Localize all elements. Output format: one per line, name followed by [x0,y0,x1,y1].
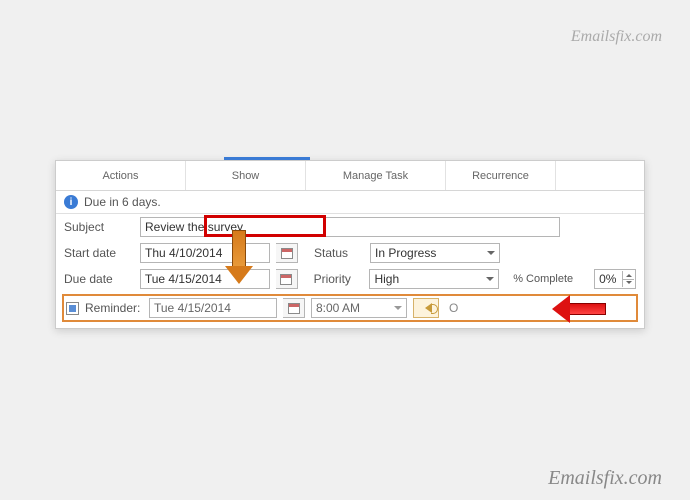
row-reminder: Reminder: Tue 4/15/2014 8:00 AM O [62,294,638,322]
ribbon-group-recurrence[interactable]: Recurrence [446,161,556,190]
ribbon-group-show[interactable]: Show [186,161,306,190]
calendar-icon [280,274,292,285]
row-due-date: Due date Tue 4/15/2014 Priority High % C… [56,266,644,292]
reminder-time-dropdown[interactable]: 8:00 AM [311,298,407,318]
priority-label: Priority [314,272,364,286]
reminder-owner-cutoff: O [449,301,458,315]
reminder-label: Reminder: [85,301,143,315]
percent-complete-value: 0% [599,272,616,286]
task-form-panel: Actions Show Manage Task Recurrence i Du… [55,160,645,329]
info-bar: i Due in 6 days. [56,191,644,214]
info-icon: i [64,195,78,209]
status-label: Status [314,246,364,260]
row-subject: Subject Review the survey [56,214,644,240]
ribbon-group-actions[interactable]: Actions [56,161,186,190]
subject-input[interactable]: Review the survey [140,217,560,237]
watermark-top: Emailsfix.com [571,28,662,46]
percent-complete-input[interactable]: 0% [594,269,636,289]
calendar-icon [288,303,300,314]
priority-dropdown[interactable]: High [369,269,499,289]
start-date-calendar-button[interactable] [276,243,298,263]
speaker-icon [420,303,432,313]
reminder-date-input[interactable]: Tue 4/15/2014 [149,298,277,318]
info-text: Due in 6 days. [84,195,161,209]
reminder-date-calendar-button[interactable] [283,298,305,318]
start-date-label: Start date [64,246,134,260]
chevron-up-icon [626,271,632,277]
subject-label: Subject [64,220,134,234]
row-start-date: Start date Thu 4/10/2014 Status In Progr… [56,240,644,266]
reminder-sound-button[interactable] [413,298,439,318]
reminder-checkbox[interactable] [66,302,79,315]
percent-complete-label: % Complete [513,273,588,285]
start-date-input[interactable]: Thu 4/10/2014 [140,243,270,263]
due-date-label: Due date [64,272,134,286]
status-dropdown[interactable]: In Progress [370,243,500,263]
due-date-calendar-button[interactable] [276,269,298,289]
percent-spinner[interactable] [622,271,634,287]
due-date-input[interactable]: Tue 4/15/2014 [140,269,270,289]
watermark-bottom: Emailsfix.com [548,467,662,490]
chevron-down-icon [626,281,632,287]
ribbon-show-indicator [224,157,310,160]
ribbon: Actions Show Manage Task Recurrence [56,161,644,191]
calendar-icon [281,248,293,259]
ribbon-group-manage-task[interactable]: Manage Task [306,161,446,190]
